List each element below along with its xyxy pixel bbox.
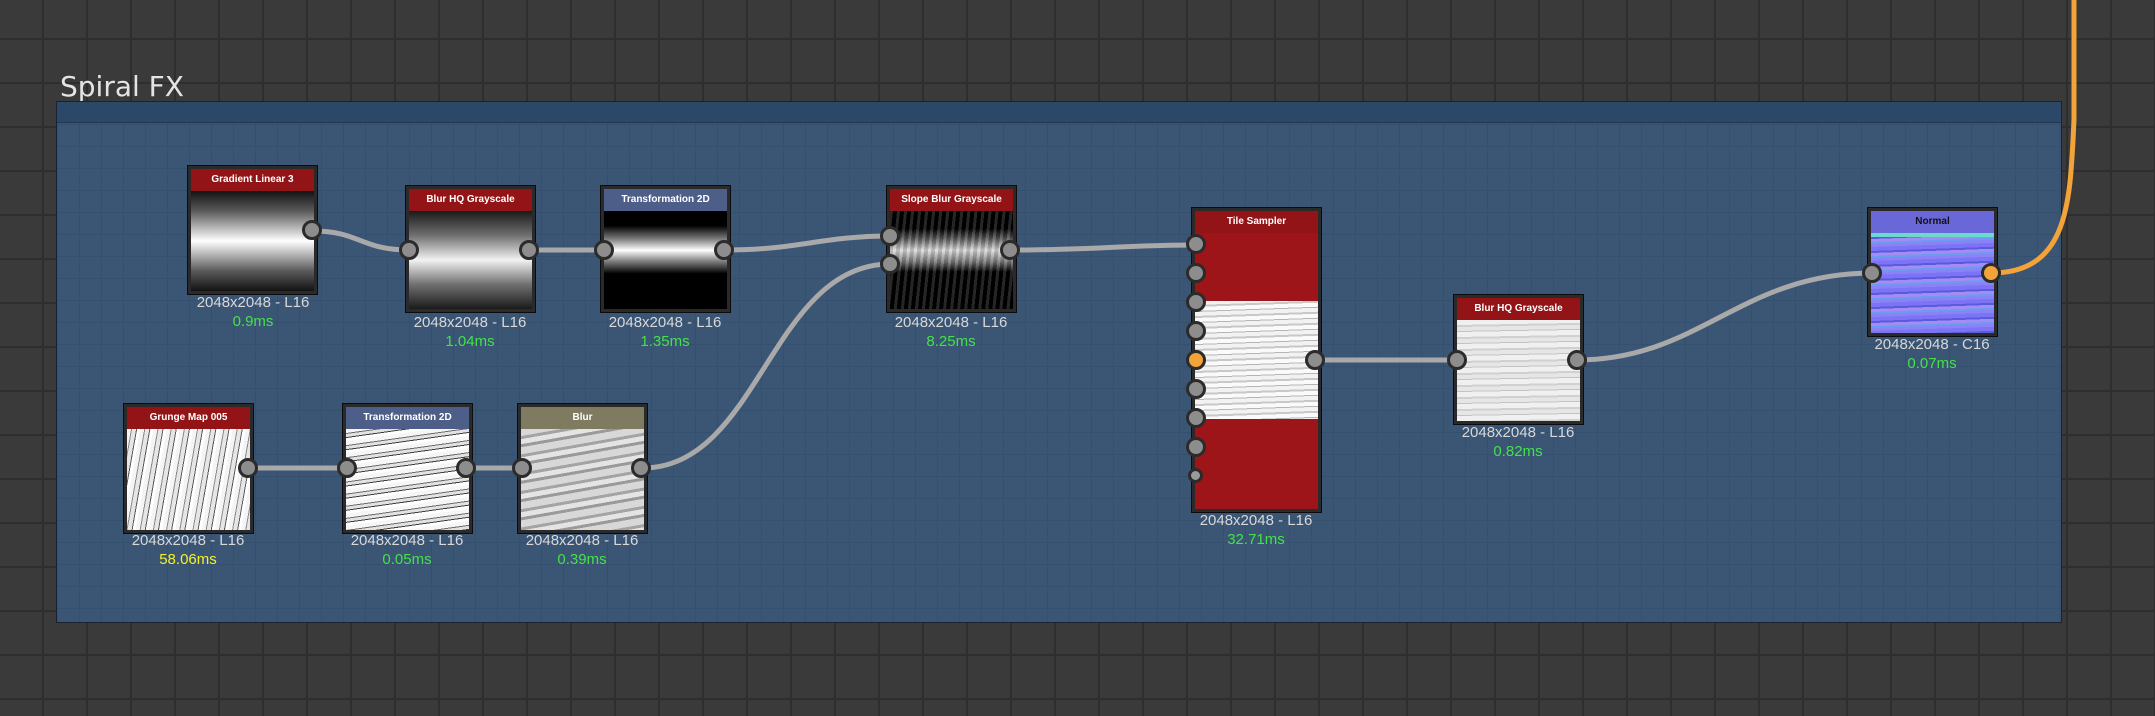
time-label: 0.39ms: [557, 551, 607, 568]
output-port[interactable]: [1000, 240, 1020, 260]
node-thumbnail: [890, 211, 1013, 309]
input-port-8[interactable]: [1186, 437, 1206, 457]
resolution-label: 2048x2048 - L16: [525, 532, 639, 549]
node-title: Blur HQ Grayscale: [409, 189, 532, 211]
node-title: Blur: [521, 407, 644, 429]
input-port[interactable]: [1447, 350, 1467, 370]
node-thumbnail: [1457, 320, 1580, 421]
input-port-9[interactable]: [1188, 468, 1203, 483]
node-title: Slope Blur Grayscale: [890, 189, 1013, 211]
node-info: 2048x2048 - L16 0.05ms: [307, 531, 507, 569]
resolution-label: 2048x2048 - L16: [894, 314, 1008, 331]
resolution-label: 2048x2048 - L16: [413, 314, 527, 331]
node-info: 2048x2048 - L16 1.35ms: [565, 313, 765, 351]
node-thumbnail: [409, 211, 532, 309]
output-port[interactable]: [302, 220, 322, 240]
node-thumbnail: [1195, 301, 1318, 419]
resolution-label: 2048x2048 - L16: [608, 314, 722, 331]
node-title: Transformation 2D: [604, 189, 727, 211]
node-info: 2048x2048 - L16 58.06ms: [88, 531, 288, 569]
input-port[interactable]: [337, 458, 357, 478]
input-port-5[interactable]: [1186, 350, 1206, 370]
output-port[interactable]: [714, 240, 734, 260]
time-label: 0.9ms: [232, 313, 274, 330]
input-port-1[interactable]: [1186, 234, 1206, 254]
node-thumbnail: [127, 429, 250, 530]
time-label: 0.82ms: [1493, 443, 1543, 460]
output-port[interactable]: [1567, 350, 1587, 370]
node-info: 2048x2048 - C16 0.07ms: [1832, 335, 2032, 373]
node-info: 2048x2048 - L16 0.82ms: [1418, 423, 1618, 461]
node-blur-hq-grayscale-2[interactable]: Blur HQ Grayscale: [1454, 295, 1583, 424]
time-label: 0.05ms: [382, 551, 432, 568]
input-port[interactable]: [594, 240, 614, 260]
node-info: 2048x2048 - L16 0.39ms: [482, 531, 682, 569]
resolution-label: 2048x2048 - C16: [1874, 336, 1990, 353]
time-label: 0.07ms: [1907, 355, 1957, 372]
node-thumbnail: [1871, 233, 1994, 333]
resolution-label: 2048x2048 - L16: [1199, 512, 1313, 529]
frame-header-bar[interactable]: [57, 102, 2061, 123]
node-title: Transformation 2D: [346, 407, 469, 429]
node-thumbnail: [521, 429, 644, 530]
input-port-1[interactable]: [880, 226, 900, 246]
node-thumbnail: [346, 429, 469, 530]
node-title: Grunge Map 005: [127, 407, 250, 429]
node-gradient-linear[interactable]: Gradient Linear 3: [188, 166, 317, 294]
resolution-label: 2048x2048 - L16: [350, 532, 464, 549]
node-blur-hq-grayscale[interactable]: Blur HQ Grayscale: [406, 186, 535, 312]
time-label: 1.04ms: [445, 333, 495, 350]
node-info: 2048x2048 - L16 8.25ms: [851, 313, 1051, 351]
time-label: 58.06ms: [159, 551, 217, 568]
node-blur[interactable]: Blur: [518, 404, 647, 533]
frame-title[interactable]: Spiral FX: [60, 70, 184, 103]
node-info: 2048x2048 - L16 1.04ms: [370, 313, 570, 351]
output-port[interactable]: [631, 458, 651, 478]
output-port[interactable]: [1981, 263, 2001, 283]
node-info: 2048x2048 - L16 0.9ms: [153, 293, 353, 331]
node-title: Normal: [1871, 211, 1994, 233]
input-port[interactable]: [512, 458, 532, 478]
time-label: 8.25ms: [926, 333, 976, 350]
node-title: Tile Sampler: [1195, 211, 1318, 233]
node-slope-blur-grayscale[interactable]: Slope Blur Grayscale: [887, 186, 1016, 312]
input-port-3[interactable]: [1186, 292, 1206, 312]
time-label: 1.35ms: [640, 333, 690, 350]
resolution-label: 2048x2048 - L16: [1461, 424, 1575, 441]
node-grunge-map[interactable]: Grunge Map 005: [124, 404, 253, 533]
node-thumbnail: [191, 191, 314, 291]
node-title: Gradient Linear 3: [191, 169, 314, 191]
node-thumbnail: [604, 211, 727, 309]
input-port-6[interactable]: [1186, 379, 1206, 399]
output-port[interactable]: [238, 458, 258, 478]
input-port-2[interactable]: [880, 254, 900, 274]
output-port[interactable]: [456, 458, 476, 478]
node-info: 2048x2048 - L16 32.71ms: [1156, 511, 1356, 549]
resolution-label: 2048x2048 - L16: [196, 294, 310, 311]
input-port-7[interactable]: [1186, 408, 1206, 428]
node-tile-sampler[interactable]: Tile Sampler: [1192, 208, 1321, 512]
input-port[interactable]: [1862, 263, 1882, 283]
node-title: Blur HQ Grayscale: [1457, 298, 1580, 320]
node-transformation-2d[interactable]: Transformation 2D: [601, 186, 730, 312]
input-port-4[interactable]: [1186, 321, 1206, 341]
resolution-label: 2048x2048 - L16: [131, 532, 245, 549]
input-port-2[interactable]: [1186, 263, 1206, 283]
output-port[interactable]: [1305, 350, 1325, 370]
node-transformation-2d-2[interactable]: Transformation 2D: [343, 404, 472, 533]
output-port[interactable]: [519, 240, 539, 260]
node-normal[interactable]: Normal: [1868, 208, 1997, 336]
input-port[interactable]: [399, 240, 419, 260]
time-label: 32.71ms: [1227, 531, 1285, 548]
